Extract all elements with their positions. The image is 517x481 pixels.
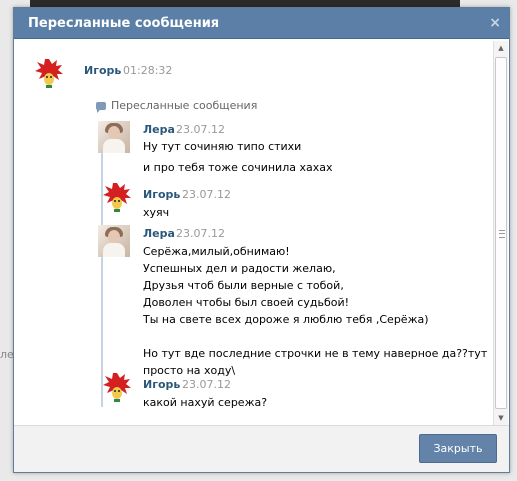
message-text: какой нахуй сережа? — [143, 396, 268, 409]
message-date[interactable]: 23.07.12 — [176, 123, 225, 136]
avatar-lera[interactable] — [98, 225, 130, 257]
author-name[interactable]: Игорь — [143, 378, 180, 391]
message-text: Серёжа,милый,обнимаю! Успешных дел и рад… — [143, 245, 488, 377]
scrollbar-thumb[interactable] — [495, 57, 507, 409]
scroll-down-arrow-icon[interactable]: ▼ — [494, 411, 508, 425]
message-time[interactable]: 01:28:32 — [123, 64, 172, 77]
avatar-lera[interactable] — [98, 121, 130, 153]
message-date[interactable]: 23.07.12 — [176, 227, 225, 240]
scroll-up-arrow-icon[interactable]: ▲ — [494, 41, 508, 55]
author-name[interactable]: Игорь — [143, 188, 180, 201]
dialog-footer: Закрыть — [14, 425, 509, 472]
dialog-content: Игорь 01:28:32 Пересланные сообщения Лер… — [14, 39, 509, 427]
dialog-title: Пересланные сообщения — [28, 15, 220, 31]
speech-bubble-icon — [96, 101, 106, 113]
dialog-titlebar: Пересланные сообщения × — [14, 8, 509, 39]
author-name[interactable]: Лера — [143, 227, 175, 240]
avatar-igor[interactable] — [35, 58, 63, 88]
forwarded-header: Пересланные сообщения — [96, 99, 258, 113]
scrollbar[interactable]: ▲ ▼ — [493, 41, 508, 425]
message-text: Ну тут сочиняю типо стихи и про тебя тож… — [143, 140, 333, 174]
forwarded-quote-bar — [101, 121, 103, 407]
grip-icon — [499, 230, 505, 238]
author-name[interactable]: Лера — [143, 123, 175, 136]
avatar-igor[interactable] — [103, 372, 131, 402]
close-icon[interactable]: × — [489, 15, 501, 31]
forwarded-label: Пересланные сообщения — [111, 99, 258, 112]
author-name[interactable]: Игорь — [84, 64, 121, 77]
forwarded-messages-dialog: Пересланные сообщения × Игорь 01:28:32 П… — [13, 7, 510, 473]
message-date[interactable]: 23.07.12 — [182, 188, 231, 201]
avatar-igor[interactable] — [103, 182, 131, 212]
message-text: хуяч — [143, 206, 170, 219]
close-button[interactable]: Закрыть — [419, 434, 497, 463]
message-date[interactable]: 23.07.12 — [182, 378, 231, 391]
